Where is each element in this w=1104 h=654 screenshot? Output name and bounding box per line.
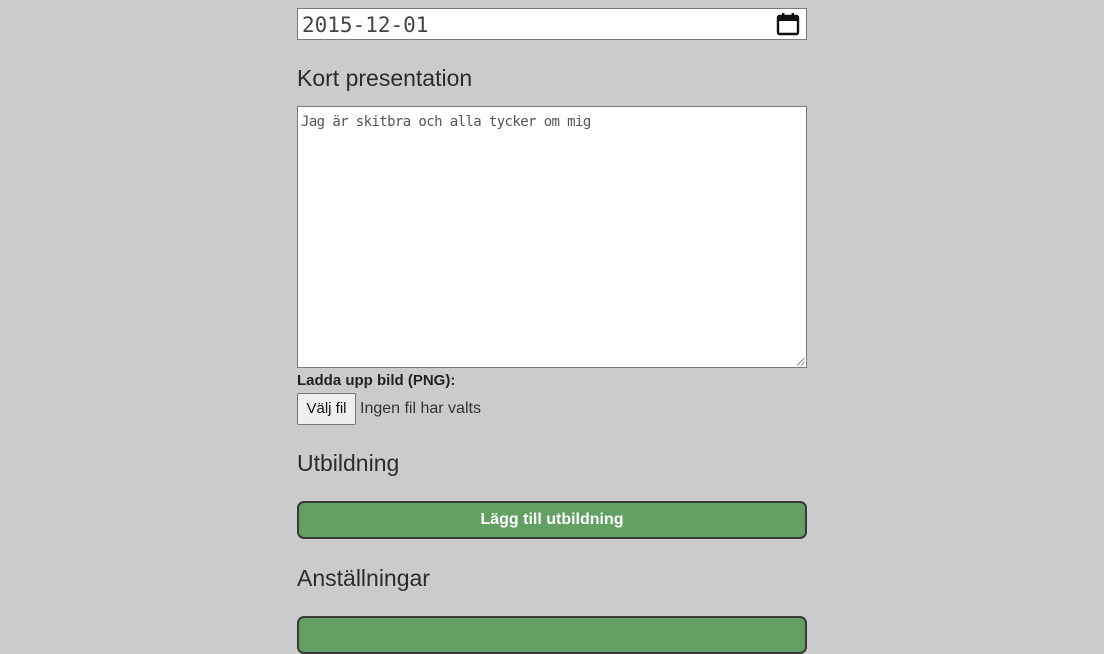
- presentation-text: Jag är skitbra och alla tycker om mig: [301, 114, 591, 130]
- upload-label: Ladda upp bild (PNG):: [297, 372, 456, 389]
- choose-file-button[interactable]: Välj fil: [297, 393, 356, 425]
- calendar-icon[interactable]: [776, 12, 800, 36]
- presentation-textarea[interactable]: Jag är skitbra och alla tycker om mig: [297, 106, 807, 368]
- date-input[interactable]: 2015-12-01: [297, 8, 807, 40]
- presentation-heading: Kort presentation: [297, 65, 473, 91]
- file-status: Ingen fil har valts: [360, 400, 481, 417]
- add-employment-button[interactable]: [297, 616, 807, 654]
- add-education-button[interactable]: Lägg till utbildning: [297, 501, 807, 539]
- education-heading: Utbildning: [297, 450, 400, 476]
- resize-grip-icon[interactable]: [796, 357, 805, 366]
- date-value: 2015-12-01: [302, 13, 429, 37]
- employment-heading: Anställningar: [297, 565, 430, 591]
